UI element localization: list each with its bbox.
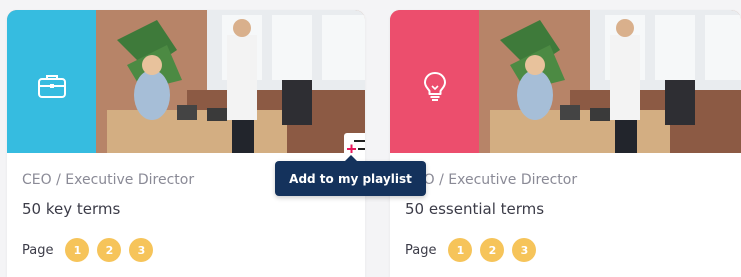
page-button-1[interactable]: 1	[65, 238, 90, 262]
card-body: CEO / Executive Director 50 essential te…	[390, 153, 741, 277]
briefcase-icon	[38, 75, 66, 98]
page-label: Page	[22, 242, 54, 258]
card-role: CEO / Executive Director	[22, 172, 195, 188]
card-terms-count[interactable]: 50 key terms	[22, 200, 120, 218]
page-button-2[interactable]: 2	[97, 238, 122, 262]
page-selector: Page 1 2 3	[405, 237, 544, 263]
page-button-3[interactable]: 3	[129, 238, 154, 262]
add-to-playlist-button[interactable]	[344, 133, 365, 153]
lightbulb-icon	[424, 72, 446, 101]
page-button-3[interactable]: 3	[512, 238, 537, 262]
add-to-playlist-icon	[347, 140, 365, 153]
page-button-1[interactable]: 1	[448, 238, 473, 262]
page-selector: Page 1 2 3	[22, 237, 161, 263]
page-label: Page	[405, 242, 437, 258]
term-card-ceo-key[interactable]: CEO / Executive Director 50 key terms Pa…	[7, 10, 365, 277]
add-to-playlist-tooltip: Add to my playlist	[275, 155, 426, 196]
card-role: CEO / Executive Director	[405, 172, 578, 188]
card-hero[interactable]	[390, 10, 741, 153]
term-card-ceo-essential[interactable]: CEO / Executive Director 50 essential te…	[390, 10, 741, 277]
page-button-2[interactable]: 2	[480, 238, 505, 262]
card-terms-count[interactable]: 50 essential terms	[405, 200, 544, 218]
card-hero[interactable]	[7, 10, 365, 153]
